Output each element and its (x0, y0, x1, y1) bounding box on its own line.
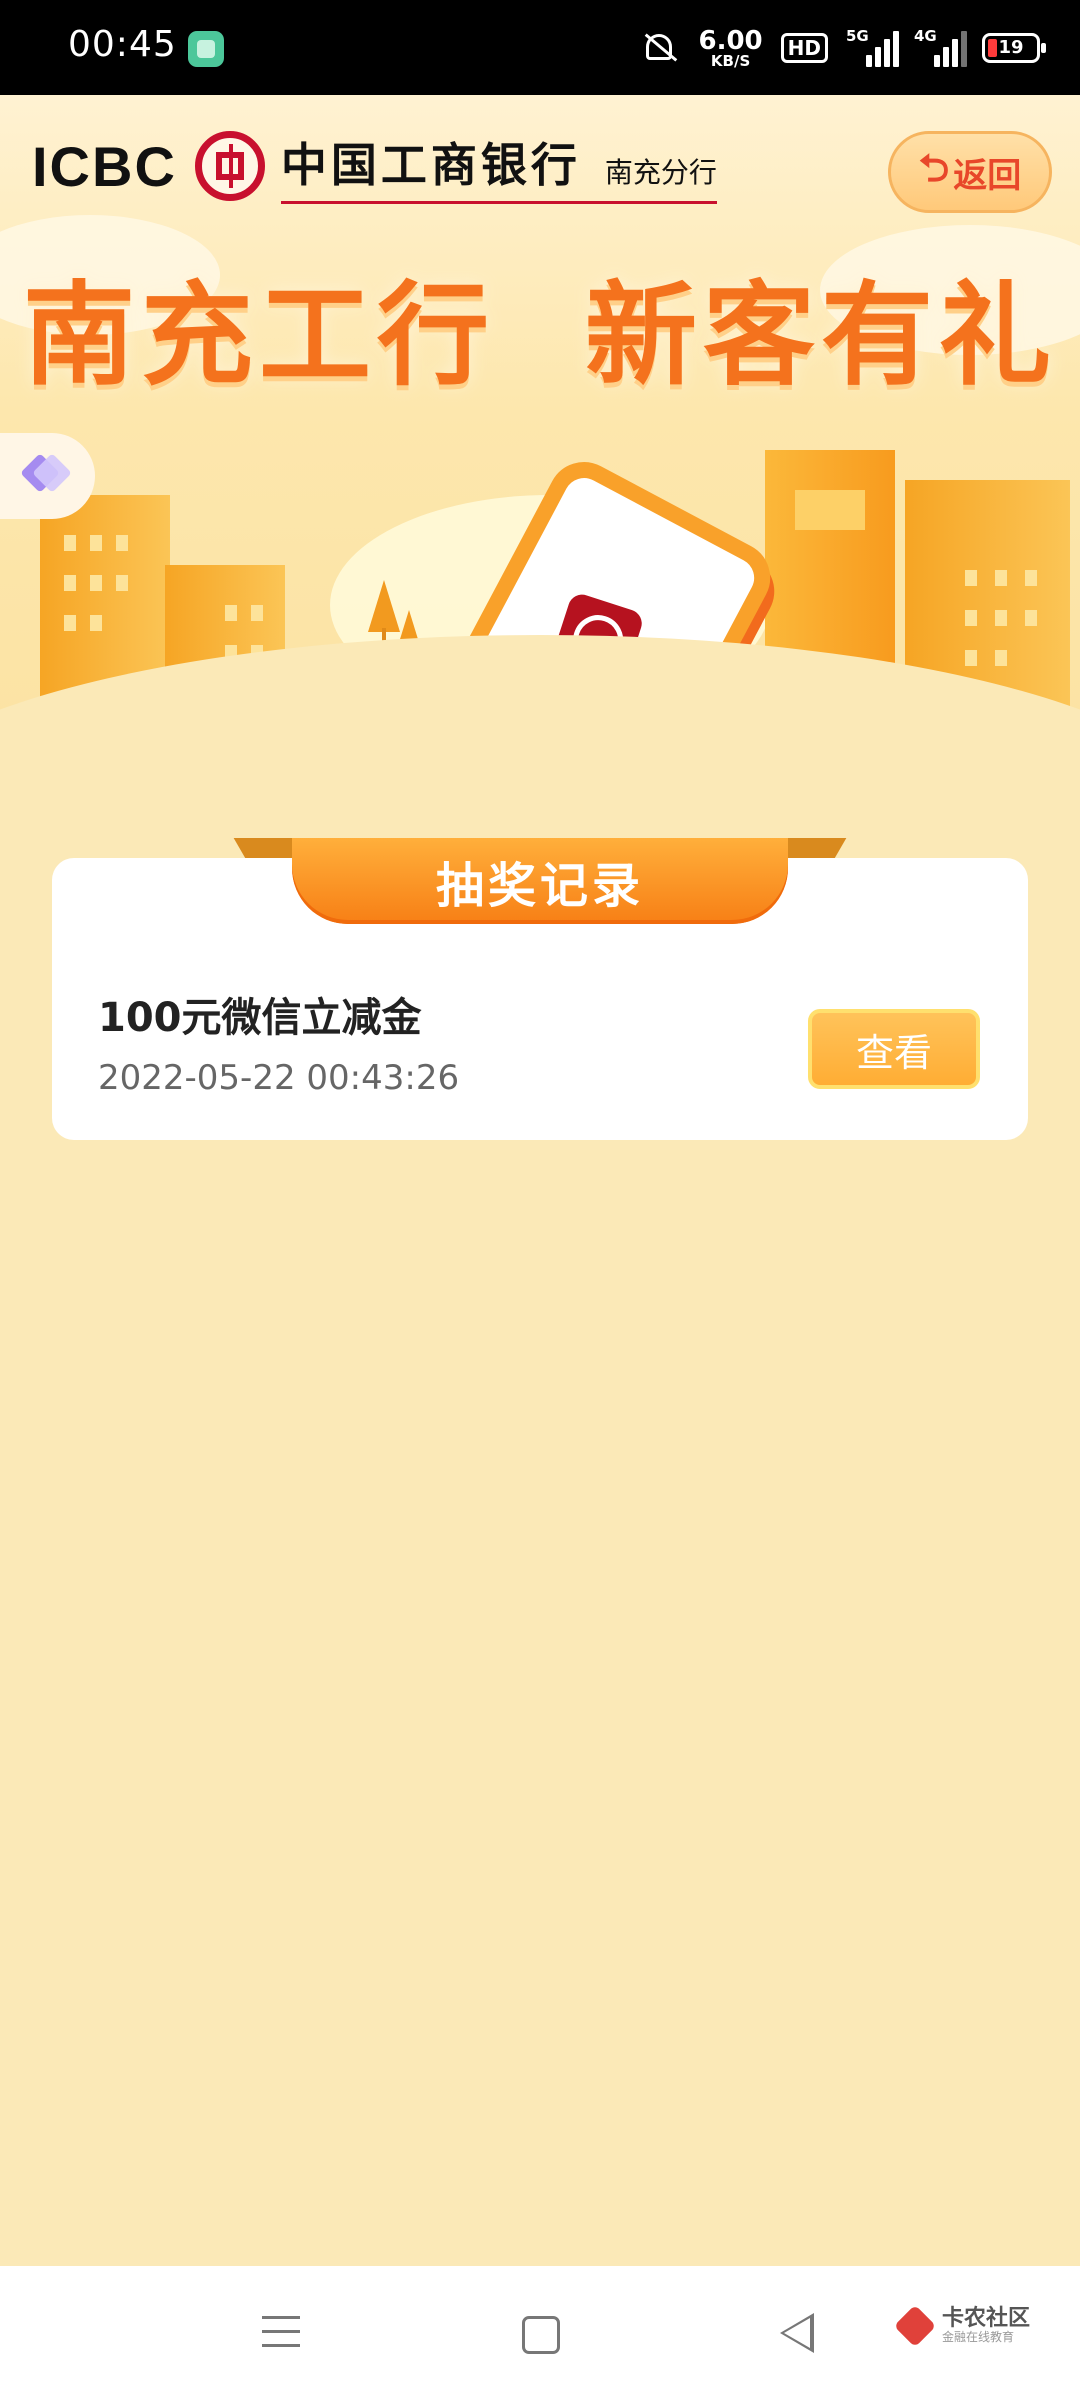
return-arrow-icon: ⮌ (918, 145, 950, 190)
promo-banner: ICBC 中国工商银行 南充分行 ⮌ 返回 南充工行 新客有礼 ¥ ¥ (0, 95, 1080, 795)
section-title: 抽奖记录 (292, 838, 788, 924)
back-button[interactable]: ⮌ 返回 (888, 131, 1052, 213)
signal-4g-label: 4G (914, 27, 937, 45)
status-bar: 00:45 6.00 KB/S HD 5G 4G 19 (0, 0, 1080, 95)
view-button[interactable]: 查看 (808, 1009, 980, 1089)
diamond-icon (20, 453, 72, 495)
network-speed-value: 6.00 (698, 25, 763, 56)
icbc-brand-text: ICBC (32, 134, 177, 198)
battery-level: 19 (998, 37, 1024, 58)
mute-icon (637, 30, 681, 66)
floating-side-button[interactable] (0, 433, 95, 519)
bank-name: 中国工商银行 (280, 137, 581, 192)
bank-name-block: 中国工商银行 南充分行 (280, 129, 717, 204)
signal-5g-label: 5G (846, 27, 869, 45)
signal-5g-icon: 5G (846, 27, 899, 67)
menu-icon[interactable] (262, 2314, 300, 2350)
network-speed: 6.00 KB/S (699, 28, 763, 69)
app-notification-icon (188, 31, 224, 67)
battery-icon: 19 (982, 33, 1046, 63)
watermark-text: 卡农社区 (942, 2306, 1031, 2331)
watermark: 卡农社区 金融在线教育 (893, 2304, 1031, 2348)
prize-time: 2022-05-22 00:43:26 (98, 1058, 460, 1098)
watermark-subtext: 金融在线教育 (942, 2330, 1015, 2344)
branch-name: 南充分行 (604, 155, 717, 189)
back-triangle-icon[interactable] (780, 2313, 814, 2353)
promo-title: 南充工行 新客有礼 (23, 271, 1057, 401)
system-nav-bar: 卡农社区 金融在线教育 (0, 2266, 1080, 2400)
prize-name: 100元微信立减金 (98, 995, 422, 1041)
network-speed-unit: KB/S (710, 51, 751, 70)
icbc-logo-icon (194, 131, 265, 201)
status-icons: 6.00 KB/S HD 5G 4G 19 (637, 20, 1046, 76)
back-button-label: 返回 (953, 155, 1022, 196)
watermark-logo-icon (893, 2304, 937, 2348)
status-time: 00:45 (68, 24, 177, 65)
signal-4g-icon: 4G (914, 27, 967, 67)
hd-icon: HD (780, 33, 828, 63)
bank-header: ICBC 中国工商银行 南充分行 (32, 121, 717, 211)
home-icon[interactable] (522, 2316, 560, 2354)
